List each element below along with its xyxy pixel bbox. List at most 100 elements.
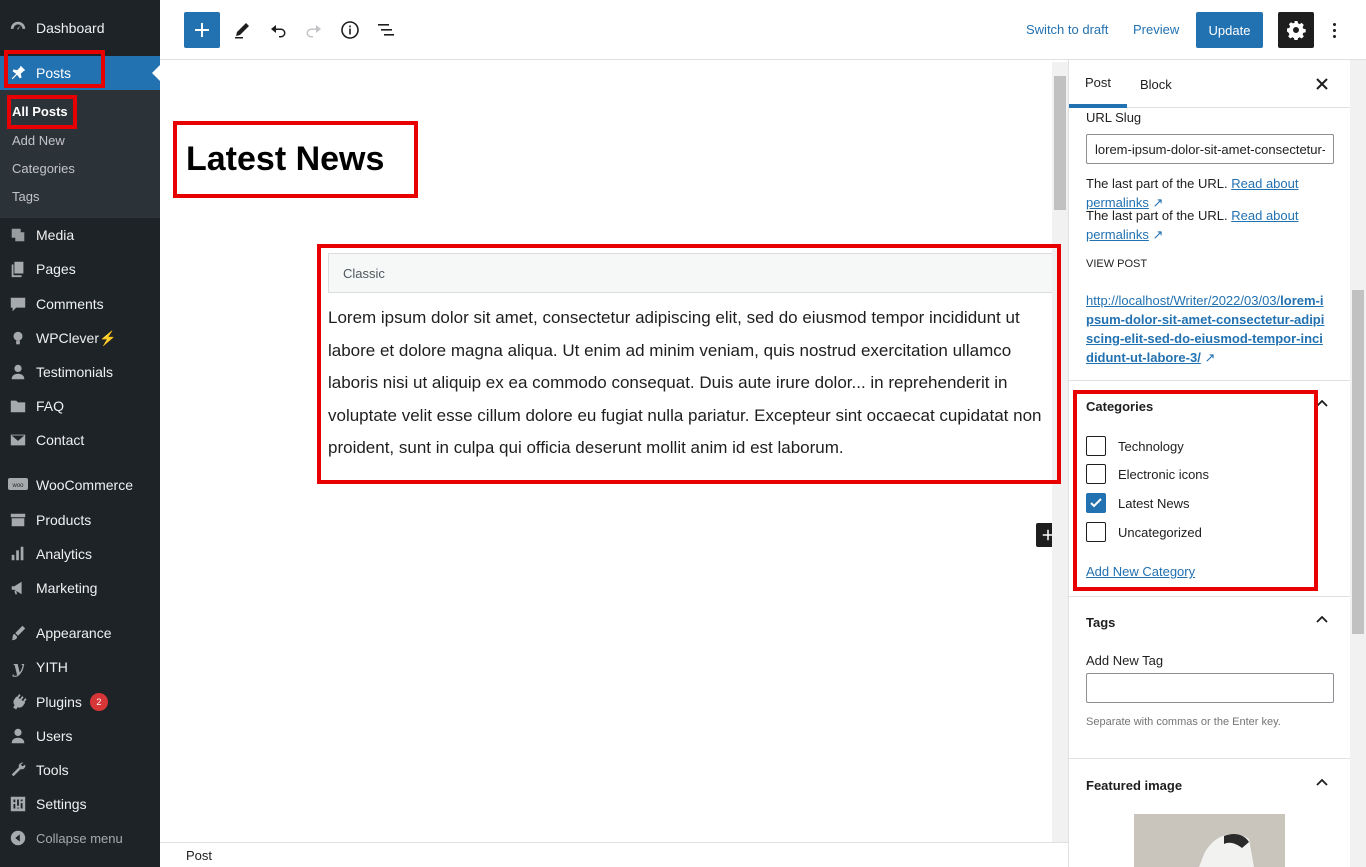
more-options-button[interactable]: [1322, 18, 1346, 42]
submenu-tags[interactable]: Tags: [12, 189, 39, 204]
tab-block[interactable]: Block: [1124, 60, 1188, 108]
menu-woocommerce[interactable]: woo WooCommerce: [0, 468, 160, 502]
tools-button[interactable]: [224, 12, 260, 48]
scrollbar-thumb[interactable]: [1352, 290, 1364, 634]
featured-image-panel-title[interactable]: Featured image: [1086, 778, 1182, 793]
settings-icon: [0, 795, 36, 813]
menu-marketing[interactable]: Marketing: [0, 571, 160, 605]
tags-help-text: Separate with commas or the Enter key.: [1086, 716, 1281, 728]
url-slug-input[interactable]: [1086, 134, 1334, 164]
redo-icon: [306, 25, 321, 38]
menu-faq[interactable]: FAQ: [0, 389, 160, 423]
update-button[interactable]: Update: [1196, 12, 1263, 48]
divider: [1069, 380, 1350, 381]
menu-label: FAQ: [36, 398, 65, 414]
dot-icon: [1332, 28, 1336, 32]
bar-chart-icon: [0, 545, 36, 563]
yith-icon: y: [12, 656, 24, 678]
settings-toggle-button[interactable]: [1278, 12, 1314, 48]
wrench-icon: [0, 761, 36, 779]
menu-contact[interactable]: Contact: [0, 423, 160, 457]
menu-users[interactable]: Users: [0, 719, 160, 753]
close-settings-button[interactable]: [1310, 72, 1334, 96]
woo-icon: woo: [0, 477, 36, 493]
undo-button[interactable]: [260, 12, 296, 48]
view-post-link[interactable]: http://localhost/Writer/2022/03/03/lorem…: [1086, 291, 1326, 367]
highlight-title: [173, 121, 418, 198]
tab-post[interactable]: Post: [1069, 60, 1128, 108]
tags-panel-title[interactable]: Tags: [1086, 615, 1115, 630]
view-post-label: VIEW POST: [1086, 258, 1148, 270]
menu-collapse[interactable]: Collapse menu: [0, 821, 160, 855]
menu-plugins[interactable]: Plugins 2: [0, 685, 160, 719]
comments-icon: [0, 295, 36, 313]
submenu-categories[interactable]: Categories: [12, 161, 75, 176]
post-url-plain[interactable]: http://localhost/Writer/2022/03/03/: [1086, 293, 1280, 308]
preview-button[interactable]: Preview: [1133, 22, 1179, 37]
menu-comments[interactable]: Comments: [0, 287, 160, 321]
info-icon: [341, 21, 359, 39]
dot-icon: [1332, 34, 1336, 38]
tag-input[interactable]: [1086, 673, 1334, 703]
featured-image-thumbnail[interactable]: [1134, 814, 1285, 867]
menu-label: Appearance: [36, 625, 112, 641]
user-icon: [0, 363, 36, 381]
settings-tabs: Post Block: [1069, 60, 1350, 108]
menu-wpclever[interactable]: WPClever⚡: [0, 321, 160, 355]
redo-button[interactable]: [296, 12, 332, 48]
plus-icon: [195, 23, 209, 37]
divider: [1069, 596, 1350, 597]
menu-products[interactable]: Products: [0, 503, 160, 537]
submenu-add-new[interactable]: Add New: [12, 133, 65, 148]
menu-testimonials[interactable]: Testimonials: [0, 355, 160, 389]
menu-label: Products: [36, 512, 92, 528]
list-view-button[interactable]: [368, 12, 404, 48]
menu-label: Comments: [36, 296, 104, 312]
menu-dashboard[interactable]: Dashboard: [0, 11, 160, 45]
switch-to-draft-button[interactable]: Switch to draft: [1026, 22, 1108, 37]
add-new-tag-label: Add New Tag: [1086, 653, 1164, 668]
pencil-icon: [235, 23, 249, 39]
menu-label: Collapse menu: [36, 830, 123, 846]
menu-media[interactable]: Media: [0, 218, 160, 252]
highlight-all-posts: [7, 95, 77, 129]
menu-settings[interactable]: Settings: [0, 787, 160, 821]
menu-tools[interactable]: Tools: [0, 753, 160, 787]
pages-icon: [0, 260, 36, 278]
menu-appearance[interactable]: Appearance: [0, 616, 160, 650]
menu-label: Analytics: [36, 546, 93, 562]
svg-text:woo: woo: [11, 483, 24, 489]
users-icon: [0, 727, 36, 745]
highlight-categories: [1073, 390, 1318, 591]
dot-icon: [1332, 22, 1336, 26]
details-button[interactable]: [332, 12, 368, 48]
menu-pages[interactable]: Pages: [0, 252, 160, 286]
plugins-update-badge: 2: [89, 693, 108, 711]
permalink-help-duplicate: The last part of the URL. Read about per…: [1086, 206, 1326, 244]
settings-scrollbar[interactable]: [1350, 60, 1366, 867]
menu-label: Contact: [36, 432, 85, 448]
url-slug-label: URL Slug: [1086, 110, 1142, 125]
external-link-icon: ↗: [1204, 350, 1216, 365]
editor-toolbar: Switch to draft Preview Update: [160, 0, 1366, 60]
menu-label: Marketing: [36, 580, 98, 596]
folder-icon: [0, 397, 36, 415]
divider: [1069, 758, 1350, 759]
megaphone-icon: [0, 579, 36, 597]
highlight-posts-menu: [4, 50, 105, 88]
menu-yith[interactable]: y YITH: [0, 650, 160, 684]
undo-icon: [271, 25, 286, 38]
breadcrumb-post[interactable]: Post: [186, 848, 212, 863]
menu-label: WooCommerce: [36, 477, 133, 493]
lightbulb-icon: [0, 329, 36, 347]
menu-label: Testimonials: [36, 364, 114, 380]
add-block-button[interactable]: [184, 12, 220, 48]
chevron-up-icon[interactable]: [1310, 608, 1334, 632]
chevron-up-icon[interactable]: [1310, 771, 1334, 795]
menu-analytics[interactable]: Analytics: [0, 537, 160, 571]
menu-label: Users: [36, 728, 73, 744]
plugin-icon: [0, 693, 36, 711]
scrollbar-thumb[interactable]: [1054, 76, 1066, 210]
media-icon: [0, 226, 36, 244]
menu-label: YITH: [36, 659, 68, 675]
